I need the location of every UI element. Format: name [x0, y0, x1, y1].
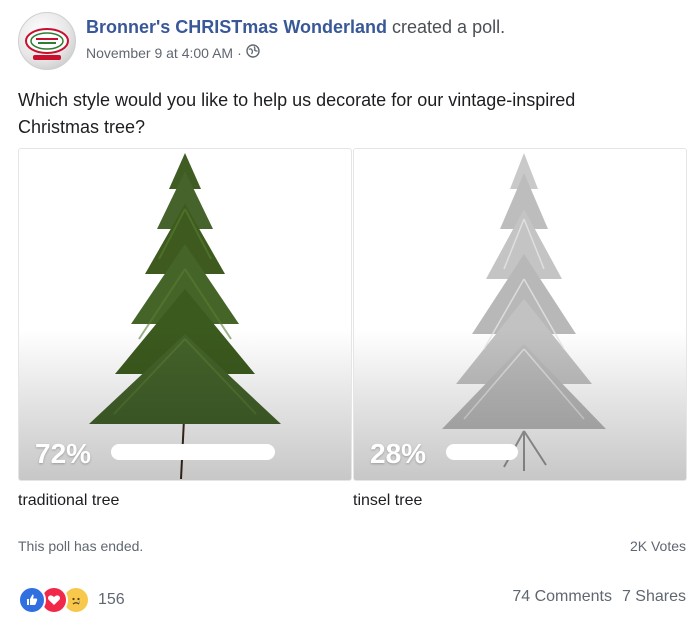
shares-link[interactable]: 7 Shares — [622, 588, 686, 606]
option-result-bar — [111, 444, 275, 460]
author-line: Bronner's CHRISTmas Wonderland created a… — [86, 16, 505, 38]
post-action-text: created a poll. — [392, 17, 506, 37]
meta-separator: · — [237, 44, 242, 61]
page-avatar[interactable] — [18, 12, 76, 70]
option-label-tinsel-tree: tinsel tree — [353, 492, 423, 509]
post-header: Bronner's CHRISTmas Wonderland created a… — [86, 16, 505, 61]
bronners-logo-icon — [25, 28, 69, 60]
poll-question: Which style would you like to help us de… — [18, 90, 576, 137]
engagement-counts: 74 Comments 7 Shares — [512, 588, 686, 606]
post-timestamp[interactable]: November 9 at 4:00 AM — [86, 45, 233, 61]
option-percentage: 72% — [35, 438, 92, 469]
like-reaction-icon — [18, 586, 46, 614]
poll-option-tinsel-tree[interactable]: 28% — [353, 148, 687, 481]
comments-link[interactable]: 74 Comments — [512, 588, 612, 606]
globe-icon — [246, 44, 260, 61]
vote-count[interactable]: 2K Votes — [630, 538, 686, 554]
poll-status: This poll has ended. — [18, 538, 144, 554]
post-meta: November 9 at 4:00 AM · — [86, 44, 505, 61]
poll-option-traditional-tree[interactable]: 72% — [18, 148, 352, 481]
reaction-count: 156 — [98, 591, 125, 608]
reactions-summary[interactable]: 156 — [18, 586, 125, 614]
option-label-traditional-tree: traditional tree — [18, 492, 120, 509]
option-percentage: 28% — [370, 438, 427, 469]
option-result-bar — [446, 444, 518, 460]
author-name-link[interactable]: Bronner's CHRISTmas Wonderland — [86, 17, 387, 37]
